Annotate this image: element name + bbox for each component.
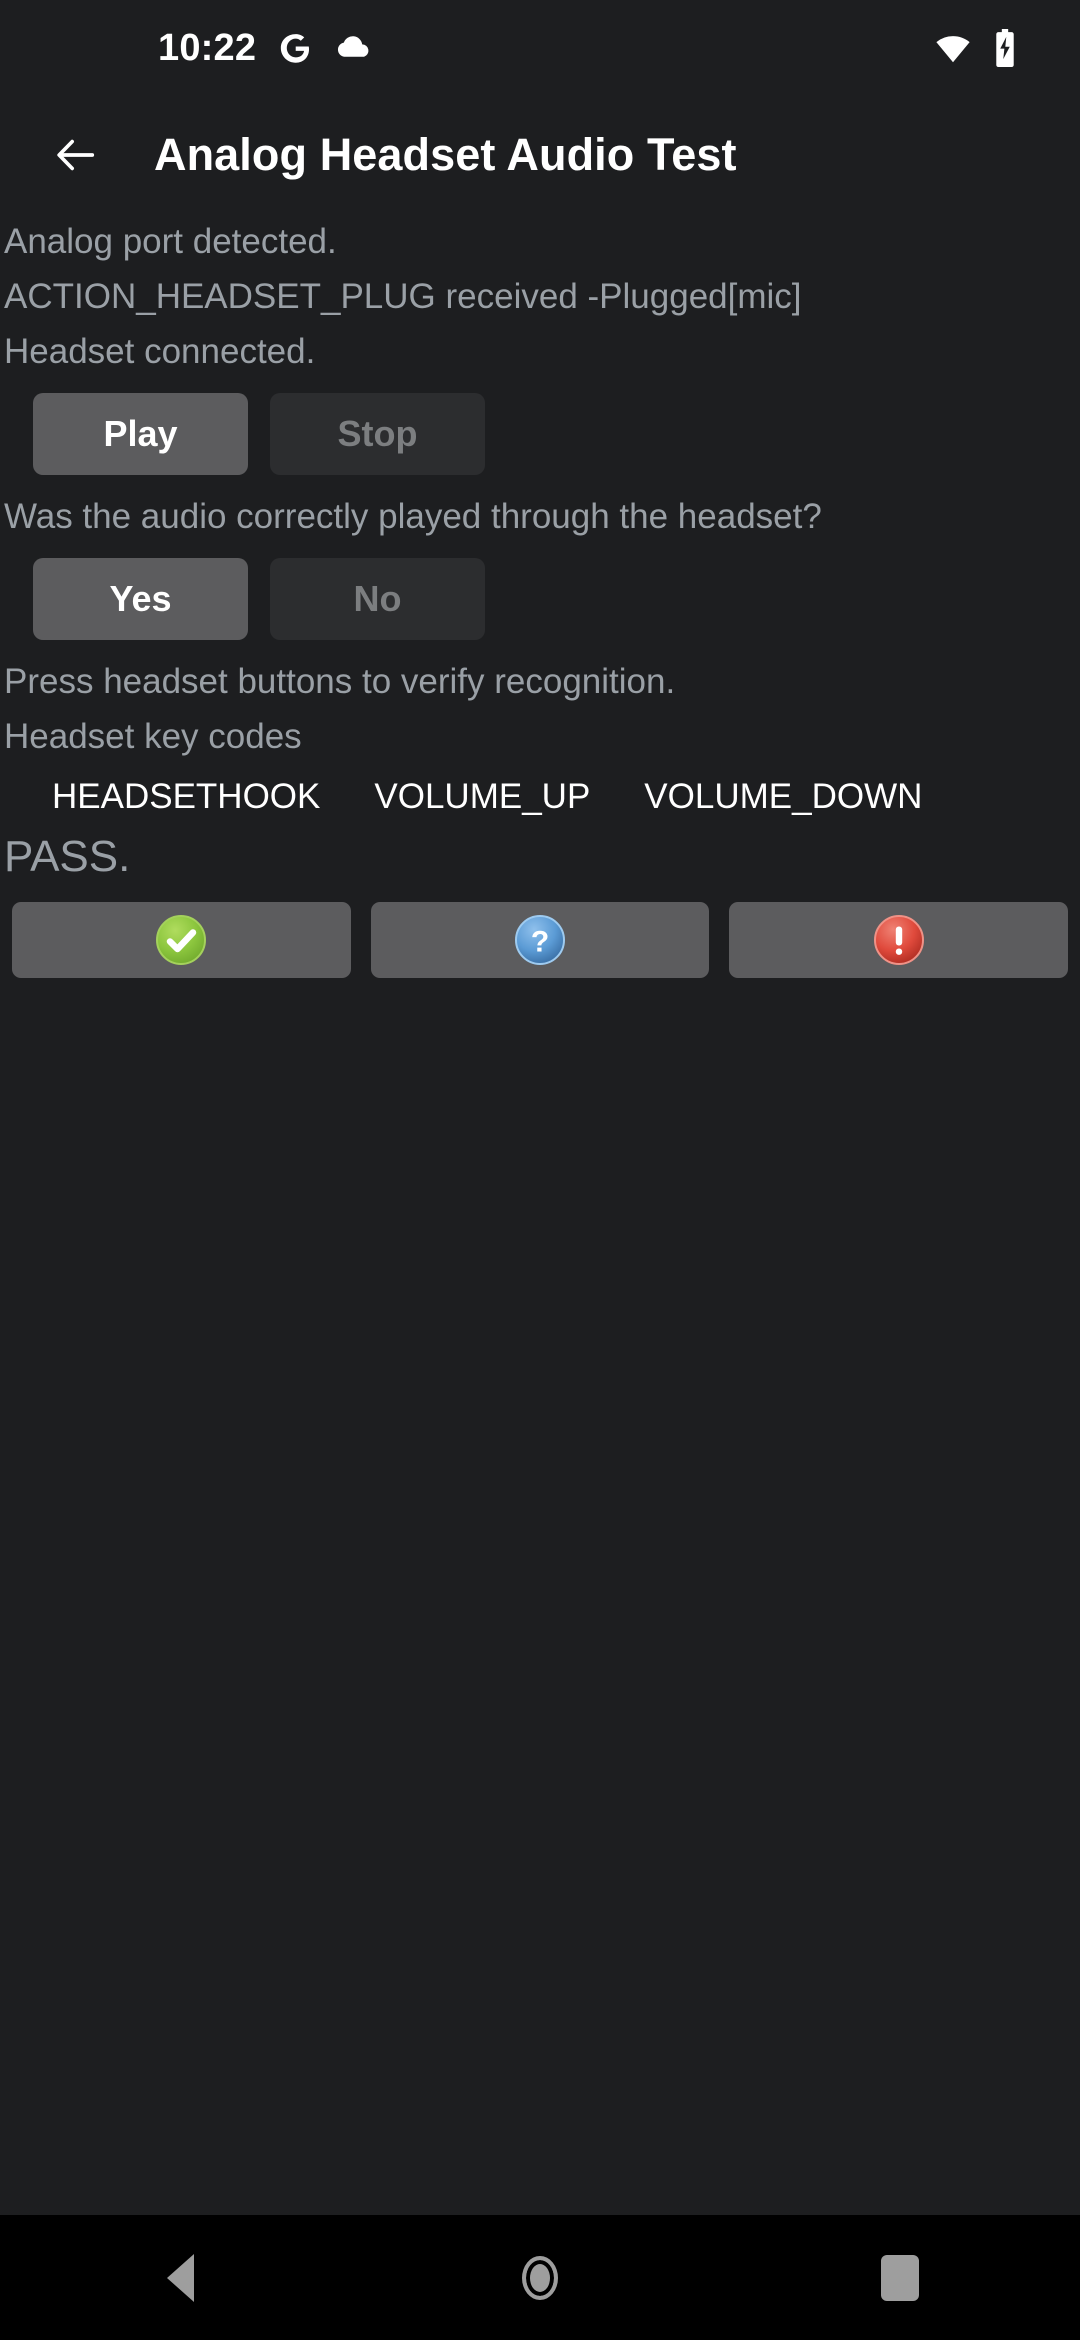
headset-button-instruction: Press headset buttons to verify recognit… (4, 662, 676, 701)
stop-button: Stop (270, 393, 485, 475)
nav-recents-icon (881, 2254, 919, 2301)
nav-recents-button[interactable] (815, 2215, 985, 2340)
headset-keycodes-label: Headset key codes (4, 717, 302, 756)
action-button-row: ? (0, 888, 1080, 978)
status-bar-right (934, 29, 1036, 67)
play-button[interactable]: Play (33, 393, 248, 475)
status-bar-left: 10:22 (0, 29, 372, 67)
audio-question-label: Was the audio correctly played through t… (4, 497, 822, 536)
pass-button[interactable] (12, 902, 351, 978)
check-circle-icon (155, 914, 207, 966)
test-verdict: PASS. (4, 832, 131, 881)
status-clock: 10:22 (158, 27, 257, 69)
status-line-analog-port: Analog port detected. (4, 222, 337, 261)
back-arrow-icon (53, 132, 99, 178)
nav-home-button[interactable] (455, 2215, 625, 2340)
nav-home-icon (522, 2255, 558, 2300)
page-title: Analog Headset Audio Test (154, 129, 737, 180)
answer-button-row: Yes No (0, 544, 1080, 654)
google-g-icon (278, 31, 312, 65)
svg-text:?: ? (531, 926, 549, 959)
keycode-headsethook: HEADSETHOOK (52, 777, 321, 816)
keycode-volume-up: VOLUME_UP (374, 777, 591, 816)
keycode-volume-down: VOLUME_DOWN (644, 777, 923, 816)
wifi-icon (934, 29, 972, 67)
status-line-action-headset-plug: ACTION_HEADSET_PLUG received -Plugged[mi… (4, 277, 802, 316)
no-button: No (270, 558, 485, 640)
nav-back-icon (166, 2253, 194, 2302)
status-line-headset-connected: Headset connected. (4, 332, 316, 371)
headset-keycode-row: HEADSETHOOK VOLUME_UP VOLUME_DOWN (0, 764, 1080, 826)
question-circle-icon: ? (514, 914, 566, 966)
nav-back-button[interactable] (95, 2215, 265, 2340)
status-bar: 10:22 (0, 0, 1080, 96)
fail-button[interactable] (729, 902, 1069, 978)
yes-button[interactable]: Yes (33, 558, 248, 640)
cloud-icon (334, 29, 372, 67)
playback-button-row: Play Stop (0, 379, 1080, 489)
phone-screen: 10:22 Analog Headset Audio Test Analog p… (0, 0, 1080, 2340)
system-navigation-bar (0, 2215, 1080, 2340)
back-button[interactable] (36, 115, 116, 195)
battery-charging-icon (992, 29, 1018, 67)
info-button[interactable]: ? (370, 902, 710, 978)
app-bar: Analog Headset Audio Test (0, 96, 1080, 214)
test-content: Analog port detected. ACTION_HEADSET_PLU… (0, 214, 1080, 2215)
exclamation-circle-icon (873, 914, 925, 966)
